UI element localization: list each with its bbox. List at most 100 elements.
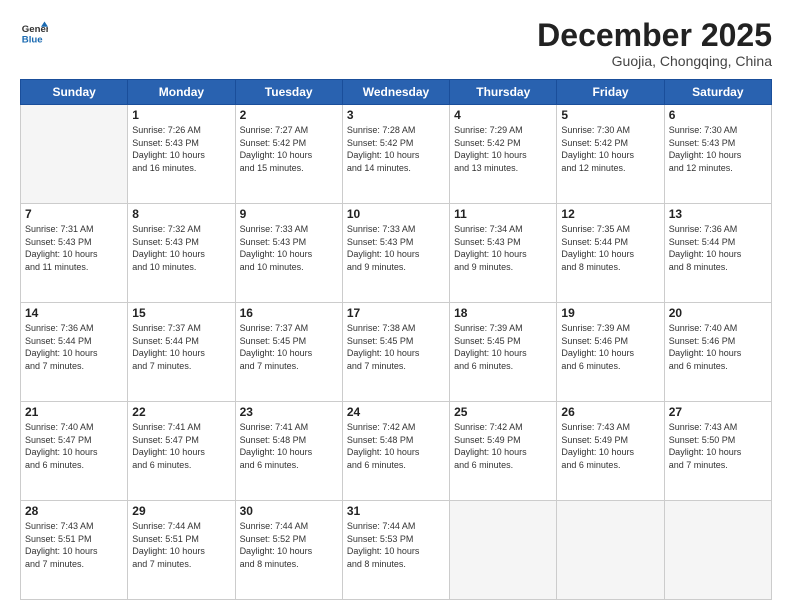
calendar-week-3: 14 Sunrise: 7:36 AM Sunset: 5:44 PM Dayli… (21, 303, 772, 402)
cell-info: Sunrise: 7:35 AM Sunset: 5:44 PM Dayligh… (561, 223, 659, 273)
cell-info: Sunrise: 7:28 AM Sunset: 5:42 PM Dayligh… (347, 124, 445, 174)
day-number: 22 (132, 405, 230, 419)
calendar-cell: 18Sunrise: 7:39 AM Sunset: 5:45 PM Dayli… (450, 303, 557, 402)
page: General Blue December 2025 Guojia, Chong… (0, 0, 792, 612)
day-number: 28 (25, 504, 123, 518)
calendar-cell: 26 Sunrise: 7:43 AM Sunset: 5:49 PM Dayli… (557, 402, 664, 501)
weekday-header-saturday: Saturday (664, 80, 771, 105)
cell-info: Sunrise: 7:43 AM Sunset: 5:49 PM Dayligh… (561, 421, 659, 471)
day-number: 24 (347, 405, 445, 419)
calendar-cell: 10Sunrise: 7:33 AM Sunset: 5:43 PM Dayli… (342, 204, 449, 303)
weekday-header-row: SundayMondayTuesdayWednesdayThursdayFrid… (21, 80, 772, 105)
day-number: 1 (132, 108, 230, 122)
cell-info: Sunrise: 7:38 AM Sunset: 5:45 PM Dayligh… (347, 322, 445, 372)
calendar-cell (664, 501, 771, 600)
svg-text:Blue: Blue (22, 35, 43, 46)
calendar-cell (21, 105, 128, 204)
day-number: 10 (347, 207, 445, 221)
calendar-cell: 2 Sunrise: 7:27 AM Sunset: 5:42 PM Daylig… (235, 105, 342, 204)
cell-info: Sunrise: 7:42 AM Sunset: 5:49 PM Dayligh… (454, 421, 552, 471)
calendar-cell: 11 Sunrise: 7:34 AM Sunset: 5:43 PM Dayli… (450, 204, 557, 303)
calendar-cell: 13 Sunrise: 7:36 AM Sunset: 5:44 PM Dayli… (664, 204, 771, 303)
day-number: 12 (561, 207, 659, 221)
day-number: 31 (347, 504, 445, 518)
calendar-cell: 23 Sunrise: 7:41 AM Sunset: 5:48 PM Dayli… (235, 402, 342, 501)
cell-info: Sunrise: 7:31 AM Sunset: 5:43 PM Dayligh… (25, 223, 123, 273)
day-number: 6 (669, 108, 767, 122)
day-number: 4 (454, 108, 552, 122)
day-number: 20 (669, 306, 767, 320)
day-number: 26 (561, 405, 659, 419)
day-number: 25 (454, 405, 552, 419)
calendar-cell: 12 Sunrise: 7:35 AM Sunset: 5:44 PM Dayli… (557, 204, 664, 303)
header: General Blue December 2025 Guojia, Chong… (20, 18, 772, 69)
cell-info: Sunrise: 7:44 AM Sunset: 5:53 PM Dayligh… (347, 520, 445, 570)
weekday-header-thursday: Thursday (450, 80, 557, 105)
day-number: 29 (132, 504, 230, 518)
calendar-cell: 8Sunrise: 7:32 AM Sunset: 5:43 PM Daylig… (128, 204, 235, 303)
cell-info: Sunrise: 7:40 AM Sunset: 5:46 PM Dayligh… (669, 322, 767, 372)
calendar-cell: 6Sunrise: 7:30 AM Sunset: 5:43 PM Daylig… (664, 105, 771, 204)
day-number: 16 (240, 306, 338, 320)
cell-info: Sunrise: 7:39 AM Sunset: 5:45 PM Dayligh… (454, 322, 552, 372)
weekday-header-wednesday: Wednesday (342, 80, 449, 105)
day-number: 21 (25, 405, 123, 419)
day-number: 11 (454, 207, 552, 221)
calendar-cell: 27 Sunrise: 7:43 AM Sunset: 5:50 PM Dayli… (664, 402, 771, 501)
cell-info: Sunrise: 7:37 AM Sunset: 5:44 PM Dayligh… (132, 322, 230, 372)
day-number: 27 (669, 405, 767, 419)
calendar-cell: 4Sunrise: 7:29 AM Sunset: 5:42 PM Daylig… (450, 105, 557, 204)
cell-info: Sunrise: 7:43 AM Sunset: 5:50 PM Dayligh… (669, 421, 767, 471)
day-number: 14 (25, 306, 123, 320)
month-title: December 2025 (537, 18, 772, 53)
day-number: 9 (240, 207, 338, 221)
calendar-cell (557, 501, 664, 600)
calendar-cell: 24 Sunrise: 7:42 AM Sunset: 5:48 PM Dayli… (342, 402, 449, 501)
cell-info: Sunrise: 7:36 AM Sunset: 5:44 PM Dayligh… (669, 223, 767, 273)
day-number: 7 (25, 207, 123, 221)
calendar-cell: 20 Sunrise: 7:40 AM Sunset: 5:46 PM Dayli… (664, 303, 771, 402)
cell-info: Sunrise: 7:41 AM Sunset: 5:47 PM Dayligh… (132, 421, 230, 471)
cell-info: Sunrise: 7:36 AM Sunset: 5:44 PM Dayligh… (25, 322, 123, 372)
calendar-cell: 9 Sunrise: 7:33 AM Sunset: 5:43 PM Daylig… (235, 204, 342, 303)
calendar-week-1: 1Sunrise: 7:26 AM Sunset: 5:43 PM Daylig… (21, 105, 772, 204)
cell-info: Sunrise: 7:33 AM Sunset: 5:43 PM Dayligh… (240, 223, 338, 273)
calendar-week-5: 28Sunrise: 7:43 AM Sunset: 5:51 PM Dayli… (21, 501, 772, 600)
cell-info: Sunrise: 7:44 AM Sunset: 5:52 PM Dayligh… (240, 520, 338, 570)
day-number: 15 (132, 306, 230, 320)
calendar-cell: 28Sunrise: 7:43 AM Sunset: 5:51 PM Dayli… (21, 501, 128, 600)
title-block: December 2025 Guojia, Chongqing, China (537, 18, 772, 69)
calendar-cell: 15 Sunrise: 7:37 AM Sunset: 5:44 PM Dayli… (128, 303, 235, 402)
cell-info: Sunrise: 7:30 AM Sunset: 5:42 PM Dayligh… (561, 124, 659, 174)
calendar-cell: 16 Sunrise: 7:37 AM Sunset: 5:45 PM Dayli… (235, 303, 342, 402)
calendar-cell: 19 Sunrise: 7:39 AM Sunset: 5:46 PM Dayli… (557, 303, 664, 402)
day-number: 3 (347, 108, 445, 122)
calendar-cell (450, 501, 557, 600)
day-number: 5 (561, 108, 659, 122)
day-number: 19 (561, 306, 659, 320)
cell-info: Sunrise: 7:34 AM Sunset: 5:43 PM Dayligh… (454, 223, 552, 273)
calendar-cell: 21 Sunrise: 7:40 AM Sunset: 5:47 PM Dayli… (21, 402, 128, 501)
day-number: 30 (240, 504, 338, 518)
calendar-cell: 30 Sunrise: 7:44 AM Sunset: 5:52 PM Dayli… (235, 501, 342, 600)
weekday-header-tuesday: Tuesday (235, 80, 342, 105)
calendar-cell: 7 Sunrise: 7:31 AM Sunset: 5:43 PM Daylig… (21, 204, 128, 303)
cell-info: Sunrise: 7:41 AM Sunset: 5:48 PM Dayligh… (240, 421, 338, 471)
calendar-cell: 14 Sunrise: 7:36 AM Sunset: 5:44 PM Dayli… (21, 303, 128, 402)
cell-info: Sunrise: 7:37 AM Sunset: 5:45 PM Dayligh… (240, 322, 338, 372)
day-number: 2 (240, 108, 338, 122)
cell-info: Sunrise: 7:39 AM Sunset: 5:46 PM Dayligh… (561, 322, 659, 372)
day-number: 17 (347, 306, 445, 320)
cell-info: Sunrise: 7:27 AM Sunset: 5:42 PM Dayligh… (240, 124, 338, 174)
cell-info: Sunrise: 7:42 AM Sunset: 5:48 PM Dayligh… (347, 421, 445, 471)
calendar-cell: 31 Sunrise: 7:44 AM Sunset: 5:53 PM Dayli… (342, 501, 449, 600)
calendar-cell: 22 Sunrise: 7:41 AM Sunset: 5:47 PM Dayli… (128, 402, 235, 501)
day-number: 23 (240, 405, 338, 419)
calendar-week-4: 21 Sunrise: 7:40 AM Sunset: 5:47 PM Dayli… (21, 402, 772, 501)
calendar-cell: 29Sunrise: 7:44 AM Sunset: 5:51 PM Dayli… (128, 501, 235, 600)
cell-info: Sunrise: 7:40 AM Sunset: 5:47 PM Dayligh… (25, 421, 123, 471)
logo: General Blue (20, 18, 48, 46)
day-number: 13 (669, 207, 767, 221)
location-subtitle: Guojia, Chongqing, China (537, 53, 772, 69)
calendar-cell: 17 Sunrise: 7:38 AM Sunset: 5:45 PM Dayli… (342, 303, 449, 402)
